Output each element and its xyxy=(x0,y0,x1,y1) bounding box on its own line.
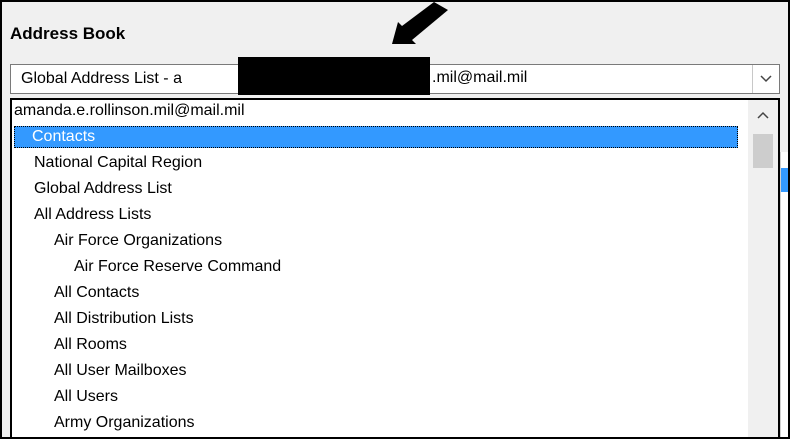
address-book-panel: Address Book Global Address List - a .mi… xyxy=(0,0,790,439)
chevron-down-icon xyxy=(760,75,772,83)
address-list-dropdown[interactable]: amanda.e.rollinson.mil@mail.mil Contacts… xyxy=(10,98,780,437)
list-item-air-force-organizations[interactable]: Air Force Organizations xyxy=(54,230,222,252)
scroll-thumb[interactable] xyxy=(753,134,773,168)
list-item-all-contacts[interactable]: All Contacts xyxy=(54,282,139,304)
list-item-contacts[interactable]: Contacts xyxy=(14,126,738,148)
list-item-all-rooms[interactable]: All Rooms xyxy=(54,334,127,356)
chevron-up-icon xyxy=(757,111,769,119)
redaction-box xyxy=(238,57,430,95)
arrow-icon xyxy=(392,2,448,44)
scroll-up-button[interactable] xyxy=(748,100,778,130)
list-item-air-force-reserve-command[interactable]: Air Force Reserve Command xyxy=(74,256,281,278)
combo-dropdown-button[interactable] xyxy=(752,65,779,93)
list-item-national-capital-region[interactable]: National Capital Region xyxy=(34,152,202,174)
combo-selected-prefix: Global Address List - a xyxy=(21,70,182,87)
background-selection-edge xyxy=(781,168,788,192)
combo-selected-suffix: .mil@mail.mil xyxy=(432,69,528,86)
list-item-army-organizations[interactable]: Army Organizations xyxy=(54,412,195,434)
address-book-label: Address Book xyxy=(10,24,126,43)
background-list-edge xyxy=(780,152,788,437)
dropdown-account-header[interactable]: amanda.e.rollinson.mil@mail.mil xyxy=(14,102,245,120)
list-item-all-distribution-lists[interactable]: All Distribution Lists xyxy=(54,308,194,330)
list-item-all-address-lists[interactable]: All Address Lists xyxy=(34,204,151,226)
list-item-all-user-mailboxes[interactable]: All User Mailboxes xyxy=(54,360,186,382)
dropdown-scrollbar[interactable] xyxy=(748,100,778,437)
list-item-all-users[interactable]: All Users xyxy=(54,386,118,408)
list-item-global-address-list[interactable]: Global Address List xyxy=(34,178,172,200)
